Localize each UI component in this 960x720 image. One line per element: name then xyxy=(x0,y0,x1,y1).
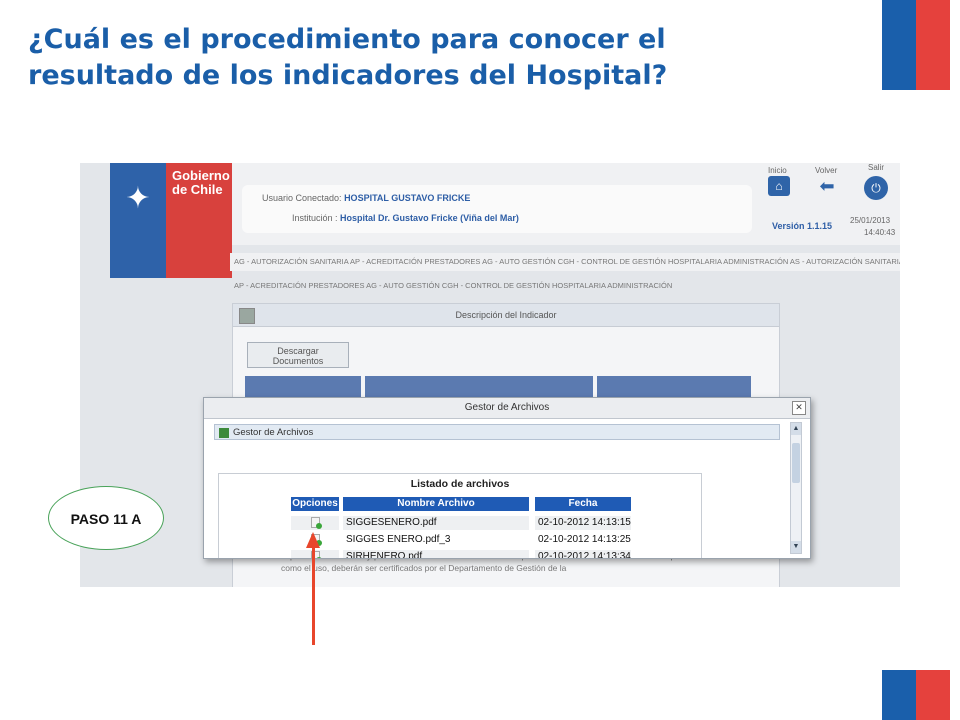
options-cell xyxy=(291,516,339,530)
column-header-date: Fecha xyxy=(535,497,631,511)
date-cell: 02-10-2012 14:13:15 xyxy=(535,516,631,530)
power-icon[interactable]: ⏻ xyxy=(864,176,888,200)
file-name-cell[interactable]: SIGGES ENERO.pdf_3 xyxy=(343,533,529,547)
sub-menu[interactable]: AP - ACREDITACIÓN PRESTADORES AG - AUTO … xyxy=(230,281,900,290)
column-header-file-name: Nombre Archivo xyxy=(343,497,529,511)
date-cell: 02-10-2012 14:13:34 xyxy=(535,550,631,558)
step-label-ellipse: PASO 11 A xyxy=(48,486,164,550)
slide-title: ¿Cuál es el procedimiento para conocer e… xyxy=(28,22,828,94)
exit-label: Salir xyxy=(868,163,885,172)
title-line-2: resultado de los indicadores del Hospita… xyxy=(28,60,668,91)
scroll-up-icon[interactable]: ▲ xyxy=(791,423,801,435)
options-cell xyxy=(291,550,339,558)
close-icon[interactable]: ✕ xyxy=(792,401,806,415)
flag-decoration-top xyxy=(882,0,950,90)
dialog-scrollbar[interactable]: ▲ ▼ xyxy=(790,422,802,554)
scroll-thumb[interactable] xyxy=(792,443,800,483)
pointer-arrow-shaft xyxy=(312,546,315,645)
institution-value: Hospital Dr. Gustavo Fricke (Viña del Ma… xyxy=(340,213,519,223)
institution-label: Institución : xyxy=(292,213,338,223)
version-label: Versión 1.1.15 xyxy=(772,221,833,231)
dialog-title-bar: Gestor de Archivos ✕ xyxy=(204,398,810,419)
inner-header: Gestor de Archivos xyxy=(214,424,780,440)
panel-header: Descripción del Indicador xyxy=(233,304,779,327)
date-cell: 02-10-2012 14:13:25 xyxy=(535,533,631,547)
file-list-title: Listado de archivos xyxy=(410,478,510,490)
logo-line-2: de Chile xyxy=(172,182,223,197)
download-documents-button[interactable]: Descargar Documentos xyxy=(247,342,349,368)
file-manager-dialog: Gestor de Archivos ✕ Gestor de Archivos … xyxy=(203,397,811,559)
panel-icon xyxy=(239,308,255,324)
inner-title: Gestor de Archivos xyxy=(233,427,314,438)
time-value: 14:40:43 xyxy=(864,228,896,237)
file-name-cell[interactable]: SIRHENERO.pdf xyxy=(343,550,529,558)
pointer-arrow-icon xyxy=(306,532,320,548)
logo-line-1: Gobierno xyxy=(172,168,230,183)
user-label: Usuario Conectado: xyxy=(262,193,342,203)
file-manager-icon xyxy=(219,428,229,438)
flag-decoration-bottom xyxy=(882,670,950,720)
main-menu[interactable]: AG - AUTORIZACIÓN SANITARIA AP - ACREDIT… xyxy=(230,253,900,271)
date-value: 25/01/2013 xyxy=(850,216,891,225)
date-time: 25/01/2013 14:40:43 xyxy=(850,215,895,239)
title-line-1: ¿Cuál es el procedimiento para conocer e… xyxy=(28,24,666,55)
gobierno-de-chile-logo: ✦ Gobierno de Chile xyxy=(110,163,232,278)
download-file-icon[interactable] xyxy=(311,517,322,529)
back-label: Volver xyxy=(815,166,838,175)
column-header-options: Opciones xyxy=(291,497,339,511)
dialog-title: Gestor de Archivos xyxy=(464,402,550,413)
download-label-1: Descargar xyxy=(277,346,319,356)
file-name-cell[interactable]: SIGGESENERO.pdf xyxy=(343,516,529,530)
coat-of-arms-icon: ✦ xyxy=(125,182,151,215)
panel-title: Descripción del Indicador xyxy=(455,310,557,320)
file-list: Listado de archivos Opciones Nombre Arch… xyxy=(218,473,702,558)
home-label: Inicio xyxy=(768,166,787,175)
user-value: HOSPITAL GUSTAVO FRICKE xyxy=(344,193,471,203)
back-arrow-icon[interactable]: ⬅ xyxy=(816,176,838,196)
user-info-box: Usuario Conectado: HOSPITAL GUSTAVO FRIC… xyxy=(242,185,752,233)
scroll-down-icon[interactable]: ▼ xyxy=(791,541,801,553)
home-icon[interactable]: ⌂ xyxy=(768,176,790,196)
download-label-2: Documentos xyxy=(272,356,324,366)
